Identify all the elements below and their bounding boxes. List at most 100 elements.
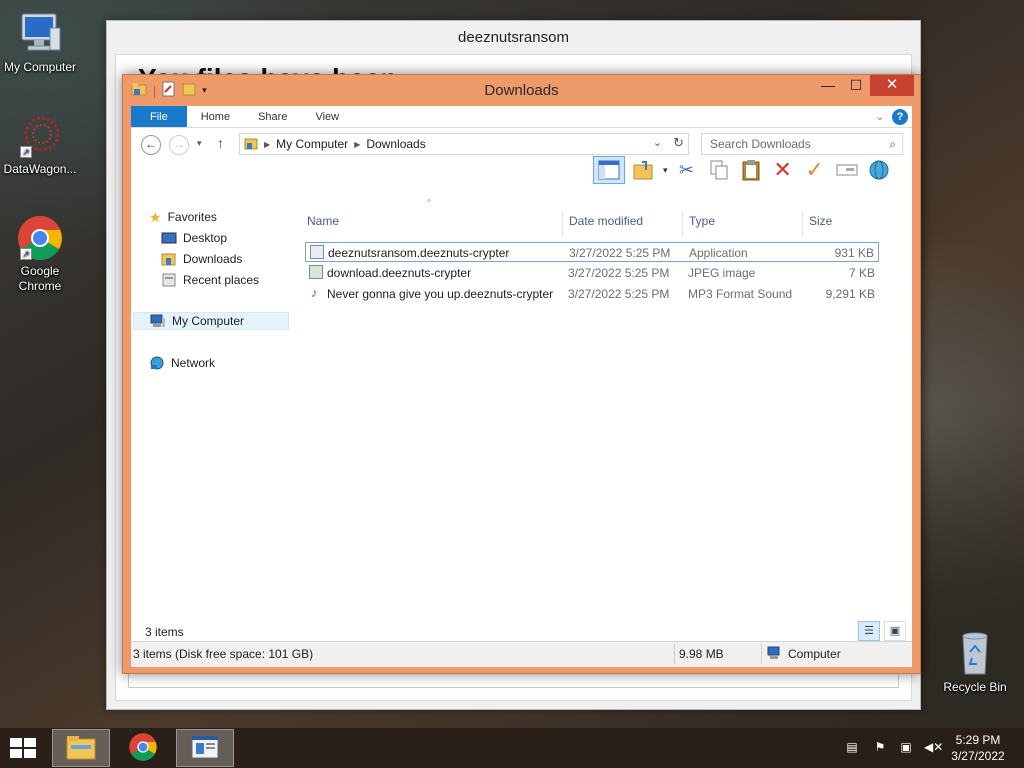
explorer-titlebar[interactable]: | ▾ Downloads — ☐ ✕: [123, 75, 920, 105]
up-button[interactable]: ↑: [217, 135, 224, 151]
tab-file[interactable]: File: [131, 106, 187, 127]
nav-label: Recent places: [183, 273, 260, 287]
nav-network[interactable]: Network: [149, 354, 215, 372]
desktop-icon-label: Recycle Bin: [943, 680, 1007, 694]
refresh-icon[interactable]: ↻: [673, 135, 684, 151]
recent-locations-chevron-icon[interactable]: ▾: [197, 138, 202, 149]
nav-favorites[interactable]: ★ Favorites: [149, 208, 217, 226]
breadcrumb-downloads[interactable]: Downloads: [366, 137, 425, 151]
status-divider: [761, 644, 762, 664]
flag-icon[interactable]: ⚑: [872, 740, 888, 756]
delete-icon[interactable]: ✕: [770, 157, 796, 183]
explorer-content: File Home Share View ⌄ ? ← → ▾ ↑ ▶ My Co…: [131, 106, 912, 667]
check-icon[interactable]: ✓: [802, 157, 828, 183]
computer-icon: [16, 10, 64, 58]
folder-icon: [244, 136, 258, 153]
taskbar-file-explorer[interactable]: [52, 729, 110, 767]
status-location: Computer: [788, 647, 841, 661]
nav-desktop[interactable]: Desktop: [161, 229, 227, 247]
large-icons-view-button[interactable]: ▣: [884, 621, 906, 641]
tab-share[interactable]: Share: [244, 106, 301, 127]
chrome-icon: ↗: [16, 214, 64, 262]
volume-muted-icon[interactable]: ◀✕: [924, 740, 943, 756]
folder-options-icon[interactable]: [631, 157, 657, 183]
file-row[interactable]: deeznutsransom.deeznuts-crypter 3/27/202…: [305, 242, 879, 262]
tab-home[interactable]: Home: [187, 106, 244, 127]
preview-pane-button[interactable]: [593, 156, 625, 184]
sort-ascending-icon: ^: [427, 198, 431, 207]
ribbon-tabs: File Home Share View ⌄ ?: [131, 106, 912, 128]
expand-ribbon-icon[interactable]: ⌄: [876, 112, 884, 123]
nav-label: My Computer: [172, 314, 245, 328]
desktop-icon-my-computer[interactable]: My Computer: [0, 10, 80, 75]
desktop-icon-google-chrome[interactable]: ↗ Google Chrome: [0, 214, 80, 294]
clock-time: 5:29 PM: [955, 733, 1001, 747]
chevron-down-icon[interactable]: ▾: [663, 165, 668, 176]
explorer-window[interactable]: | ▾ Downloads — ☐ ✕ File Home Share View…: [122, 74, 921, 674]
music-file-icon: ♪: [311, 285, 318, 300]
breadcrumb-my-computer[interactable]: My Computer: [276, 137, 348, 151]
nav-label: Desktop: [183, 231, 228, 245]
column-header-type[interactable]: Type: [683, 212, 803, 236]
nav-downloads[interactable]: Downloads: [161, 250, 242, 268]
view-switcher: ☰ ▣: [858, 621, 906, 641]
copy-icon[interactable]: [706, 157, 732, 183]
desktop-icon-recycle-bin[interactable]: Recycle Bin: [935, 630, 1015, 695]
recycle-bin-icon: [951, 630, 999, 678]
minimize-button[interactable]: —: [814, 75, 842, 96]
rename-icon[interactable]: [834, 157, 860, 183]
folder-icon: [65, 733, 97, 764]
computer-icon: [150, 314, 166, 328]
application-window-icon: [190, 734, 220, 763]
close-button[interactable]: ✕: [870, 75, 914, 96]
forward-button[interactable]: →: [169, 135, 189, 155]
details-view-button[interactable]: ☰: [858, 621, 880, 641]
file-row[interactable]: ♪ Never gonna give you up.deeznuts-crypt…: [305, 284, 879, 304]
file-name: download.deeznuts-crypter: [327, 266, 472, 280]
back-button[interactable]: ←: [141, 135, 161, 155]
file-type: Application: [689, 246, 748, 260]
search-input[interactable]: Search Downloads ⌕: [701, 133, 903, 155]
globe-icon[interactable]: [866, 157, 892, 183]
column-header-size[interactable]: Size: [803, 212, 879, 236]
explorer-title: Downloads: [484, 82, 559, 99]
clock[interactable]: 5:29 PM 3/27/2022: [948, 732, 1008, 764]
help-icon[interactable]: ?: [892, 109, 908, 125]
file-size: 931 KB: [834, 246, 874, 260]
datawagon-icon: ↗: [16, 112, 64, 160]
status-bar: 3 items (Disk free space: 101 GB) 9.98 M…: [131, 641, 912, 667]
breadcrumb-separator-icon: ▶: [354, 139, 361, 149]
network-status-icon[interactable]: ▣: [898, 740, 914, 756]
taskbar-chrome[interactable]: [114, 729, 172, 767]
nav-my-computer[interactable]: My Computer: [133, 312, 289, 330]
status-size: 9.98 MB: [679, 647, 724, 661]
shortcut-arrow-icon: ↗: [20, 248, 32, 260]
maximize-button[interactable]: ☐: [842, 75, 870, 96]
column-header-date-modified[interactable]: Date modified: [563, 212, 683, 236]
cut-icon[interactable]: ✂: [674, 157, 700, 183]
window-controls: — ☐ ✕: [814, 75, 914, 96]
taskbar-ransom-app[interactable]: [176, 729, 234, 767]
column-header-name[interactable]: Name: [301, 212, 563, 236]
recent-places-icon: [161, 273, 177, 287]
downloads-folder-icon: [161, 252, 177, 266]
taskbar: ▤ ⚑ ▣ ◀✕ 5:29 PM 3/27/2022: [0, 728, 1024, 768]
action-center-icon[interactable]: ▤: [844, 740, 860, 756]
desktop-icon-datawagon[interactable]: ↗ DataWagon...: [0, 112, 80, 177]
application-file-icon: [310, 245, 324, 259]
file-row[interactable]: download.deeznuts-crypter 3/27/2022 5:25…: [305, 263, 879, 283]
tab-view[interactable]: View: [301, 106, 353, 127]
shortcut-arrow-icon: ↗: [20, 146, 32, 158]
address-bar[interactable]: ▶ My Computer ▶ Downloads ⌄ ↻: [239, 133, 689, 155]
paste-icon[interactable]: [738, 157, 764, 183]
desktop-icon-label: My Computer: [3, 60, 77, 74]
clock-date: 3/27/2022: [951, 749, 1005, 763]
file-date: 3/27/2022 5:25 PM: [568, 266, 670, 280]
status-divider: [674, 644, 675, 664]
nav-recent-places[interactable]: Recent places: [161, 271, 259, 289]
desktop-icon-label: Google Chrome: [18, 264, 62, 293]
start-button[interactable]: [10, 738, 38, 760]
ribbon-right-controls: ⌄ ?: [876, 109, 908, 125]
address-dropdown-icon[interactable]: ⌄: [653, 136, 662, 149]
desktop-icon-label: DataWagon...: [3, 162, 77, 176]
